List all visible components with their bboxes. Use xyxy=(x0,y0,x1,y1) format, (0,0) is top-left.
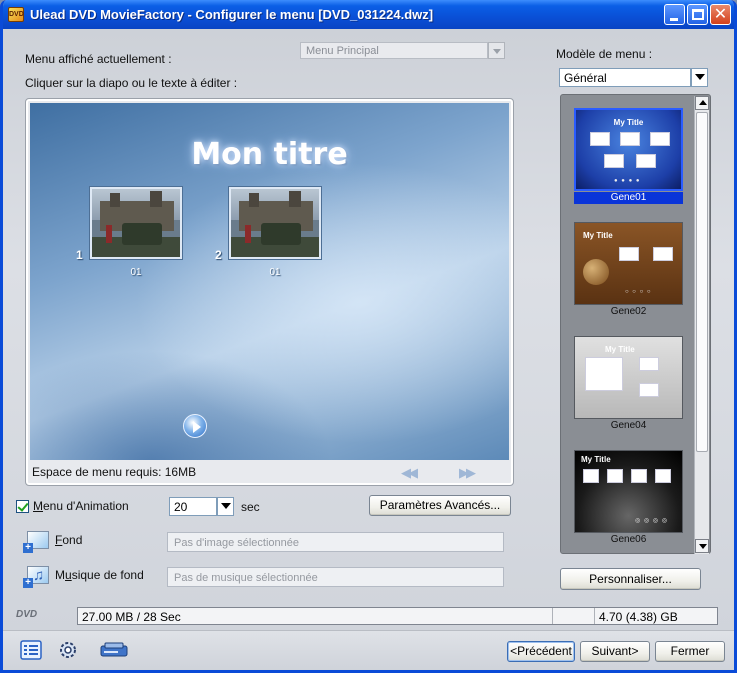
menu-space-required: Espace de menu requis: 16MB xyxy=(32,465,197,479)
close-icon: ✕ xyxy=(713,6,728,23)
disc-capacity-text: 4.70 (4.38) GB xyxy=(599,610,678,624)
chapter-thumbnail-2[interactable] xyxy=(229,187,321,259)
template-scrollbar[interactable] xyxy=(694,96,709,554)
add-background-image-icon[interactable]: + xyxy=(23,531,49,553)
menu-preview-panel: Mon titre 1 01 2 01 Espace de menu requi… xyxy=(25,98,514,486)
next-page-icon[interactable]: ▶▶ xyxy=(459,465,476,481)
title-bar: DVD Ulead DVD MovieFactory - Configurer … xyxy=(3,0,734,29)
chapter-caption-2[interactable]: 01 xyxy=(229,267,321,278)
background-label-rest: ond xyxy=(62,533,83,547)
app-window: DVD Ulead DVD MovieFactory - Configurer … xyxy=(0,0,737,673)
background-image-field: Pas d'image sélectionnée xyxy=(167,532,504,552)
settings-gear-icon[interactable] xyxy=(57,640,79,660)
template-caption-gene01[interactable]: Gene01 xyxy=(574,192,683,204)
animation-menu-label[interactable]: Menu d'Animation xyxy=(33,499,129,513)
template-category-select[interactable]: Général xyxy=(559,68,691,87)
template-thumbnail-gene01[interactable]: My Title ● ● ● ● xyxy=(574,108,683,191)
minimize-button[interactable] xyxy=(664,4,685,25)
background-music-field: Pas de musique sélectionnée xyxy=(167,567,504,587)
scroll-up-icon[interactable] xyxy=(695,96,709,110)
animation-duration-input[interactable]: 20 xyxy=(169,497,217,516)
play-icon[interactable] xyxy=(183,414,207,438)
background-label: Fond xyxy=(55,533,82,547)
maximize-button[interactable] xyxy=(687,4,708,25)
scroll-thumb[interactable] xyxy=(696,112,708,452)
template-title-gene06: My Title xyxy=(581,455,611,464)
music-label-first: M xyxy=(55,568,65,582)
template-title-gene04: My Title xyxy=(605,345,635,354)
menu-title-text[interactable]: Mon titre xyxy=(30,137,509,172)
close-window-button[interactable]: ✕ xyxy=(710,4,731,25)
scroll-down-icon[interactable] xyxy=(695,539,709,553)
next-button[interactable]: Suivant> xyxy=(580,641,650,662)
template-thumbnail-gene04[interactable]: My Title xyxy=(574,336,683,419)
app-logo-icon: DVD xyxy=(8,7,24,22)
template-thumbnail-gene02[interactable]: My Title ○ ○ ○ ○ xyxy=(574,222,683,305)
chapter-caption-1[interactable]: 01 xyxy=(90,267,182,278)
animation-duration-unit: sec xyxy=(241,500,260,514)
disc-used-text: 27.00 MB / 28 Sec xyxy=(82,610,181,624)
animation-duration-dropdown-arrow[interactable] xyxy=(217,497,234,516)
window-title: Ulead DVD MovieFactory - Configurer le m… xyxy=(30,7,434,22)
dvd-logo-icon: DVD xyxy=(16,609,38,620)
edit-hint-label: Cliquer sur la diapo ou le texte à édite… xyxy=(25,76,238,90)
template-title-gene02: My Title xyxy=(583,231,613,240)
list-icon[interactable] xyxy=(20,640,42,660)
disc-capacity-bar: 27.00 MB / 28 Sec 4.70 (4.38) GB xyxy=(77,607,718,625)
maximize-icon xyxy=(692,9,704,20)
globe-icon xyxy=(583,259,609,285)
music-label-accel: u xyxy=(65,568,72,582)
template-title-gene01: My Title xyxy=(613,118,644,127)
template-category-dropdown-arrow[interactable] xyxy=(691,68,708,87)
music-label: Musique de fond xyxy=(55,568,144,582)
current-menu-dropdown-arrow[interactable] xyxy=(488,42,505,59)
template-thumbnail-gene06[interactable]: My Title ◎ ◎ ◎ ◎ xyxy=(574,450,683,533)
menu-preview-canvas[interactable]: Mon titre 1 01 2 01 xyxy=(30,103,509,460)
template-caption-gene06[interactable]: Gene06 xyxy=(574,534,683,545)
current-menu-label: Menu affiché actuellement : xyxy=(25,52,172,66)
previous-button[interactable]: <Précédent xyxy=(507,641,575,662)
chapter-thumbnail-1[interactable] xyxy=(90,187,182,259)
animation-menu-label-accel: M xyxy=(33,499,43,513)
customize-button[interactable]: Personnaliser... xyxy=(560,568,701,590)
close-button[interactable]: Fermer xyxy=(655,641,725,662)
template-caption-gene02[interactable]: Gene02 xyxy=(574,306,683,317)
burn-drive-icon[interactable] xyxy=(99,640,129,660)
current-menu-select[interactable]: Menu Principal xyxy=(300,42,488,59)
template-label: Modèle de menu : xyxy=(556,47,653,61)
animation-menu-label-rest: enu d'Animation xyxy=(43,499,129,513)
animation-menu-checkbox[interactable] xyxy=(16,500,29,513)
music-label-rest: sique de fond xyxy=(71,568,144,582)
previous-page-icon[interactable]: ◀◀ xyxy=(401,465,418,481)
chapter-number-1: 1 xyxy=(76,248,83,262)
minimize-icon xyxy=(670,18,678,21)
advanced-settings-button[interactable]: Paramètres Avancés... xyxy=(369,495,511,516)
chapter-number-2: 2 xyxy=(215,248,222,262)
add-background-music-icon[interactable]: + ♫ xyxy=(23,566,49,588)
template-caption-gene04[interactable]: Gene04 xyxy=(574,420,683,431)
